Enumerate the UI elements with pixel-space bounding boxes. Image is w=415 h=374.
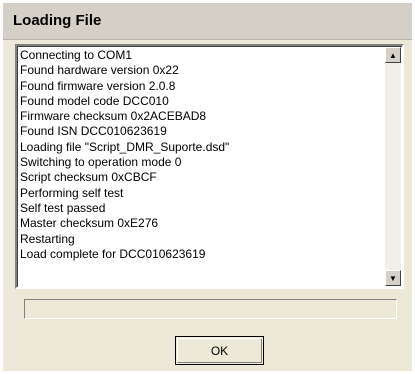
arrow-up-icon[interactable]: ▲ [385, 47, 401, 63]
log-line: Found hardware version 0x22 [20, 63, 179, 78]
vertical-scrollbar[interactable]: ▲ ▼ [385, 47, 401, 286]
log-line: Found ISN DCC010623619 [20, 124, 167, 139]
log-line: Found firmware version 2.0.8 [20, 78, 176, 93]
dialog-title: Loading File [13, 12, 102, 29]
log-line: Load complete for DCC010623619 [20, 246, 206, 261]
log-line: Connecting to COM1 [20, 48, 133, 62]
log-line: Performing self test [20, 185, 124, 200]
arrow-down-icon[interactable]: ▼ [385, 270, 401, 286]
log-line: Self test passed [20, 200, 106, 215]
log-lines: Connecting to COM1 Found hardware version… [20, 48, 385, 262]
log-output[interactable]: Connecting to COM1 Found hardware version… [15, 44, 404, 289]
log-line: Restarting [20, 231, 75, 246]
log-line: Found model code DCC010 [20, 93, 169, 108]
log-line: Firmware checksum 0x2ACEBAD8 [20, 109, 207, 124]
progress-bar [24, 299, 397, 319]
title-bar: Loading File [3, 3, 412, 40]
loading-file-dialog: Loading File Connecting to COM1 Found har… [3, 3, 412, 371]
ok-button-label: OK [210, 343, 229, 358]
log-line: Script checksum 0xCBCF [20, 170, 157, 185]
log-line: Loading file "Script_DMR_Suporte.dsd" [20, 139, 230, 154]
log-line: Master checksum 0xE276 [20, 216, 159, 231]
log-line: Switching to operation mode 0 [20, 155, 182, 170]
ok-button[interactable]: OK [175, 336, 264, 365]
